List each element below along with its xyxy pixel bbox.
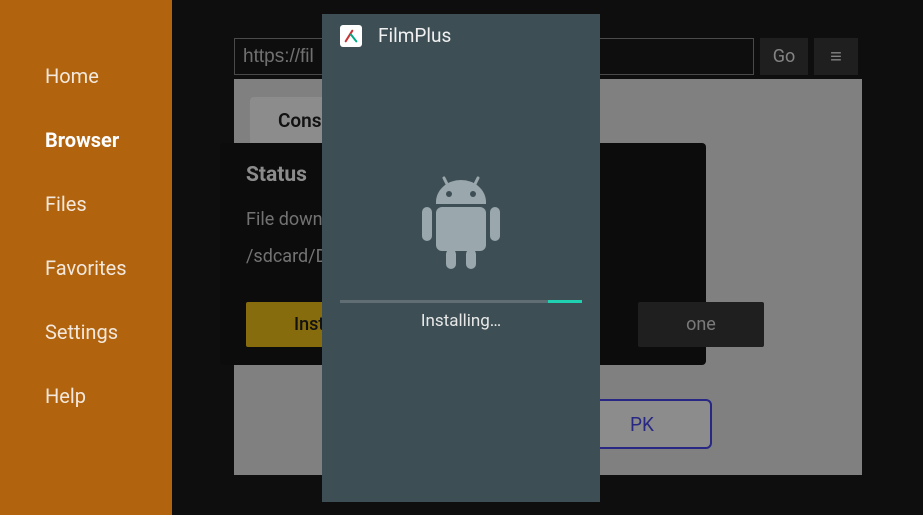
install-progress-track (340, 300, 582, 303)
android-robot-icon (322, 174, 600, 274)
dialog-header: FilmPlus (322, 14, 600, 57)
install-dialog: FilmPlus (322, 14, 600, 502)
installing-label: Installing… (322, 311, 600, 331)
sidebar: Home Browser Files Favorites Settings He… (0, 0, 172, 515)
dialog-app-name: FilmPlus (378, 24, 451, 47)
sidebar-item-favorites[interactable]: Favorites (0, 236, 172, 300)
install-progress-fill (548, 300, 582, 303)
sidebar-item-settings[interactable]: Settings (0, 300, 172, 364)
sidebar-item-files[interactable]: Files (0, 172, 172, 236)
app-icon (340, 25, 362, 47)
sidebar-item-browser[interactable]: Browser (0, 108, 172, 172)
sidebar-item-help[interactable]: Help (0, 364, 172, 428)
sidebar-item-home[interactable]: Home (0, 44, 172, 108)
